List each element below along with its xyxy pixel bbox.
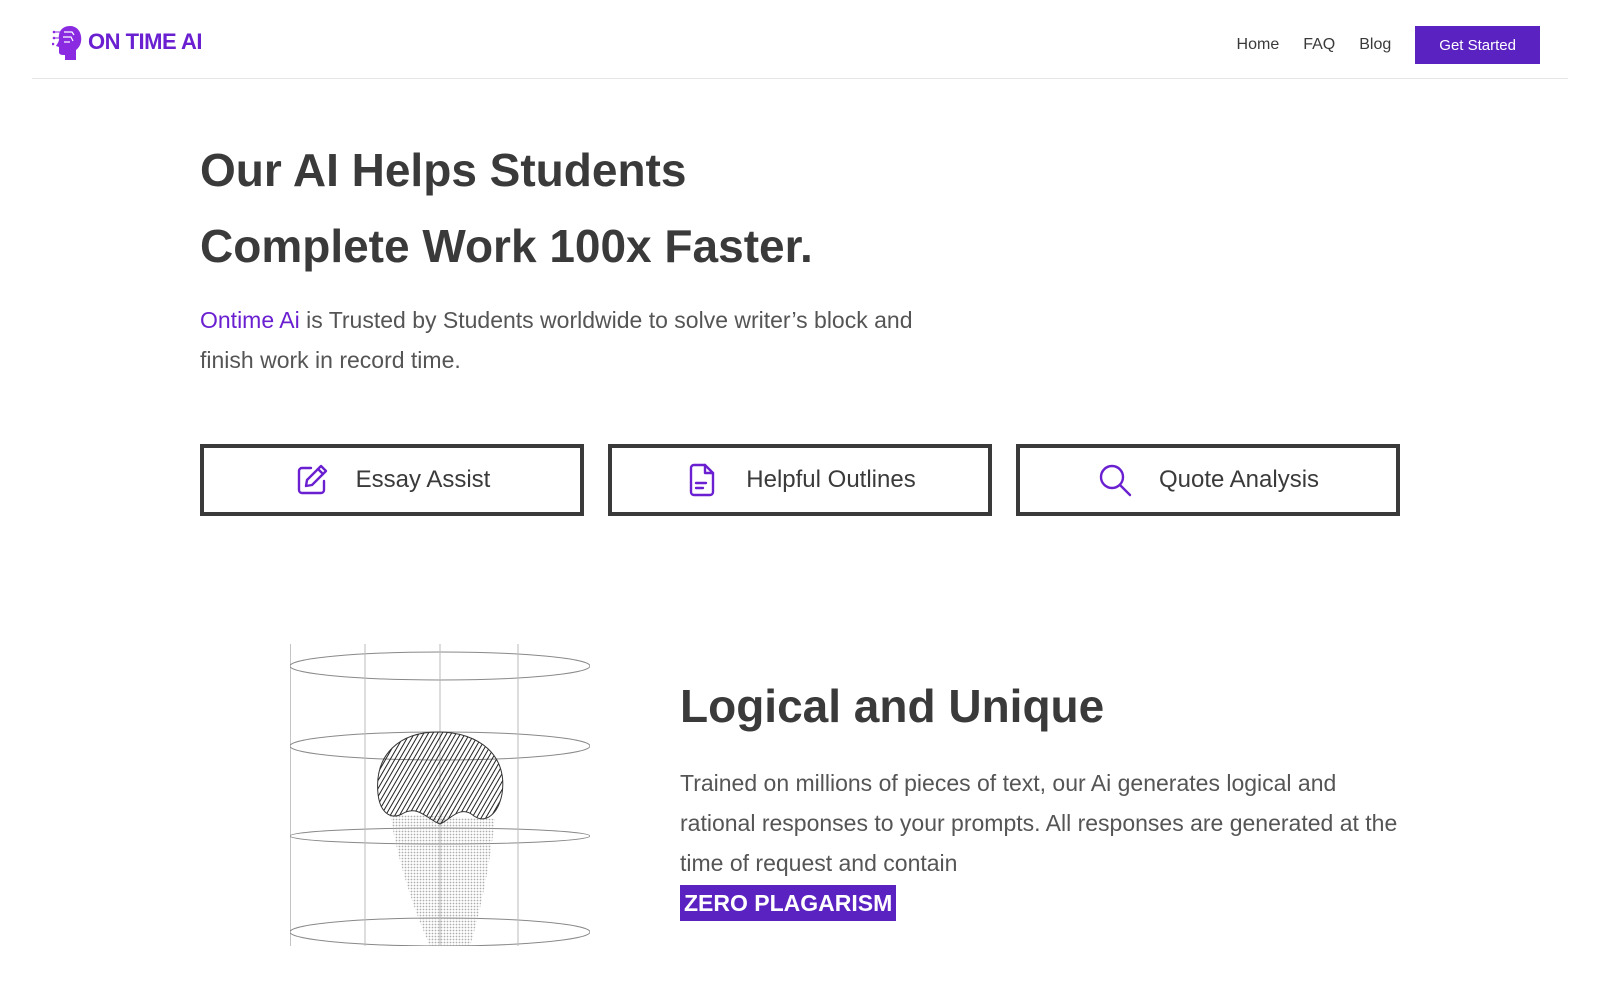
section-body: Trained on millions of pieces of text, o…: [680, 763, 1400, 923]
hero-brand-name: Ontime Ai: [200, 307, 300, 333]
essay-assist-button[interactable]: Essay Assist: [200, 444, 584, 516]
document-icon: [690, 463, 715, 497]
section-body-text: Trained on millions of pieces of text, o…: [680, 770, 1398, 876]
helpful-outlines-label: Helpful Outlines: [746, 466, 916, 493]
get-started-button[interactable]: Get Started: [1415, 26, 1540, 64]
ai-head-illustration: [290, 644, 590, 946]
section-title: Logical and Unique: [680, 680, 1105, 732]
search-icon: [1099, 464, 1132, 497]
logo[interactable]: ON TIME AI: [52, 22, 202, 62]
site-header: ON TIME AI Home FAQ Blog Get Started: [32, 0, 1568, 79]
feature-buttons: Essay Assist Helpful Outlines Quote Anal…: [200, 444, 1400, 516]
hero-title-line1: Our AI Helps Students: [200, 144, 687, 196]
hero-title: Our AI Helps Students Complete Work 100x…: [200, 132, 1100, 284]
pencil-square-icon: [297, 464, 327, 495]
nav-blog-link[interactable]: Blog: [1359, 26, 1391, 64]
quote-analysis-button[interactable]: Quote Analysis: [1016, 444, 1400, 516]
hero-title-line2: Complete Work 100x Faster.: [200, 220, 813, 272]
logo-text: ON TIME AI: [88, 29, 202, 54]
helpful-outlines-button[interactable]: Helpful Outlines: [608, 444, 992, 516]
ai-head-logo-icon: [52, 26, 82, 60]
wireframe-head-image: [290, 644, 590, 946]
nav-home-link[interactable]: Home: [1237, 26, 1280, 64]
hero-subtitle-text: is Trusted by Students worldwide to solv…: [200, 307, 913, 373]
main-nav: Home FAQ Blog Get Started: [1237, 26, 1540, 64]
nav-faq-link[interactable]: FAQ: [1303, 26, 1335, 64]
zero-plagiarism-badge: ZERO PLAGARISM: [680, 885, 897, 921]
essay-assist-label: Essay Assist: [355, 466, 491, 493]
hero-subtitle: Ontime Ai is Trusted by Students worldwi…: [200, 300, 940, 380]
quote-analysis-label: Quote Analysis: [1158, 466, 1320, 493]
